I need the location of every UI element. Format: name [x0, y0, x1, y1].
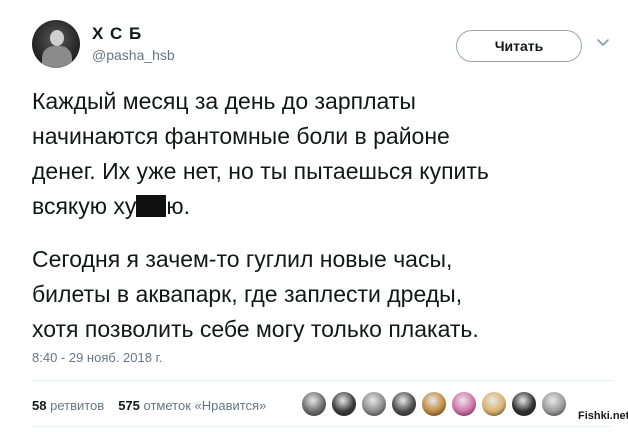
- censor-bar: [136, 195, 167, 217]
- liker-avatar[interactable]: [480, 390, 508, 418]
- tweet-timestamp[interactable]: 8:40 - 29 нояб. 2018 г.: [32, 350, 162, 365]
- chevron-down-icon[interactable]: [596, 36, 610, 50]
- divider: [32, 426, 612, 427]
- tweet-line-start: всякую ху: [32, 193, 137, 219]
- tweet-paragraph-1: Каждый месяц за день до зарплаты начинаю…: [32, 84, 612, 224]
- liker-avatar[interactable]: [360, 390, 388, 418]
- retweets-label: ретвитов: [50, 398, 105, 413]
- tweet-paragraph-2: Сегодня я зачем-то гуглил новые часы, би…: [32, 242, 612, 347]
- liker-avatar[interactable]: [330, 390, 358, 418]
- avatar-head-shape: [50, 30, 64, 46]
- follow-button[interactable]: Читать: [456, 30, 582, 62]
- liker-avatar[interactable]: [390, 390, 418, 418]
- tweet-line: денег. Их уже нет, но ты пытаешься купит…: [32, 158, 489, 184]
- liker-avatar[interactable]: [300, 390, 328, 418]
- tweet-stats: 58 ретвитов 575 отметок «Нравится»: [32, 398, 266, 413]
- author-name[interactable]: Х С Б: [92, 24, 142, 44]
- likes-stat[interactable]: 575 отметок «Нравится»: [118, 398, 266, 413]
- tweet-line: Каждый месяц за день до зарплаты: [32, 88, 416, 114]
- likes-count: 575: [118, 398, 140, 413]
- tweet-line: билеты в аквапарк, где заплести дреды,: [32, 281, 463, 307]
- retweets-stat[interactable]: 58 ретвитов: [32, 398, 104, 413]
- likes-label: отметок «Нравится»: [143, 398, 267, 413]
- liker-avatar[interactable]: [450, 390, 478, 418]
- divider: [32, 380, 612, 381]
- tweet-text: Каждый месяц за день до зарплаты начинаю…: [32, 84, 612, 347]
- author-handle[interactable]: @pasha_hsb: [92, 47, 175, 63]
- tweet-line: хотя позволить себе могу только плакать.: [32, 316, 479, 342]
- watermark-logo: Fishki.net: [576, 410, 628, 422]
- tweet-line: Сегодня я зачем-то гуглил новые часы,: [32, 246, 453, 272]
- avatar-body-shape: [42, 46, 72, 68]
- tweet-line-end: ю.: [166, 193, 191, 219]
- retweets-count: 58: [32, 398, 47, 413]
- tweet-line: начинаются фантомные боли в районе: [32, 123, 450, 149]
- avatar[interactable]: [32, 20, 80, 68]
- liker-avatar[interactable]: [540, 390, 568, 418]
- liker-avatar[interactable]: [510, 390, 538, 418]
- tweet-header: Х С Б @pasha_hsb Читать: [32, 20, 612, 76]
- liker-avatar[interactable]: [420, 390, 448, 418]
